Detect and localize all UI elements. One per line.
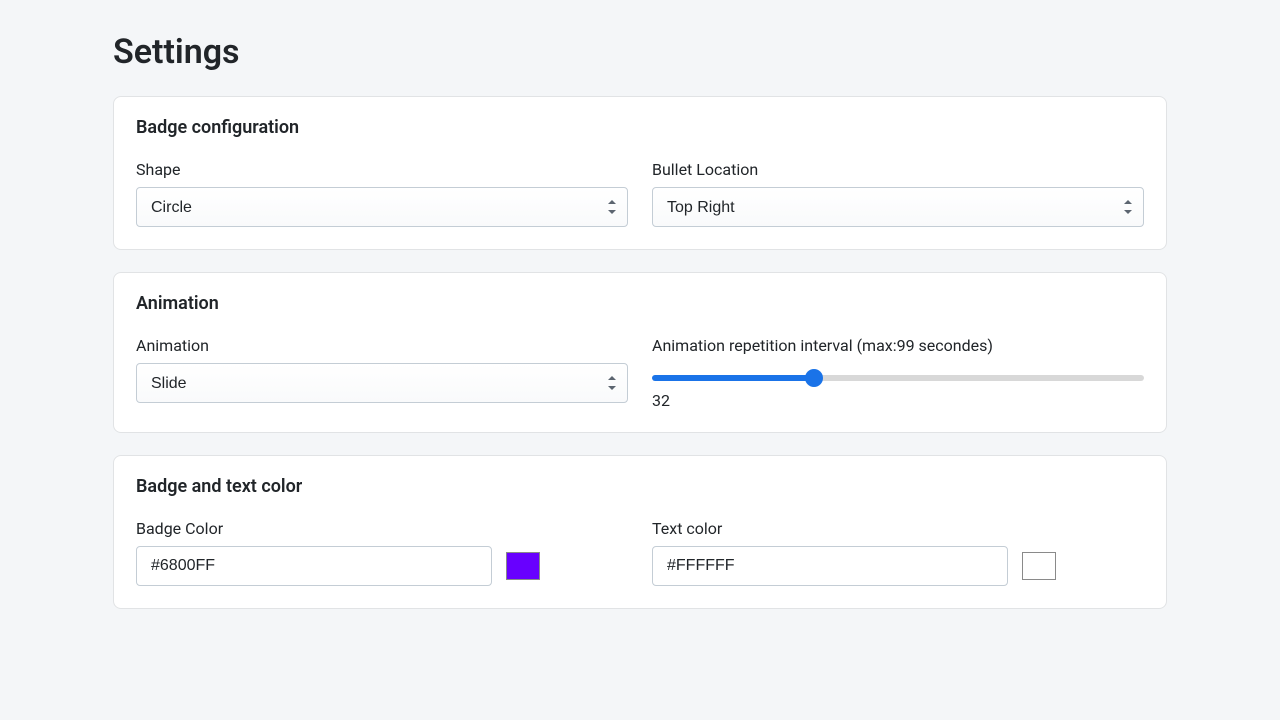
badge-configuration-title: Badge configuration [136,117,1144,138]
badge-color-swatch[interactable] [506,552,540,580]
shape-label: Shape [136,160,628,179]
badge-color-input[interactable] [136,546,492,586]
animation-card: Animation Animation Slide Animation repe… [113,272,1167,433]
text-color-input[interactable] [652,546,1008,586]
animation-interval-slider[interactable] [652,375,1144,381]
text-color-swatch[interactable] [1022,552,1056,580]
animation-type-select[interactable]: Slide [136,363,628,403]
text-color-label: Text color [652,519,1144,538]
animation-interval-label: Animation repetition interval (max:99 se… [652,336,1144,355]
animation-interval-value: 32 [652,391,1144,410]
badge-text-color-title: Badge and text color [136,476,1144,497]
animation-type-label: Animation [136,336,628,355]
badge-color-label: Badge Color [136,519,628,538]
animation-title: Animation [136,293,1144,314]
badge-text-color-card: Badge and text color Badge Color Text co… [113,455,1167,609]
bullet-location-label: Bullet Location [652,160,1144,179]
page-title: Settings [113,32,1167,72]
shape-select[interactable]: Circle [136,187,628,227]
bullet-location-select[interactable]: Top Right [652,187,1144,227]
badge-configuration-card: Badge configuration Shape Circle Bullet … [113,96,1167,250]
